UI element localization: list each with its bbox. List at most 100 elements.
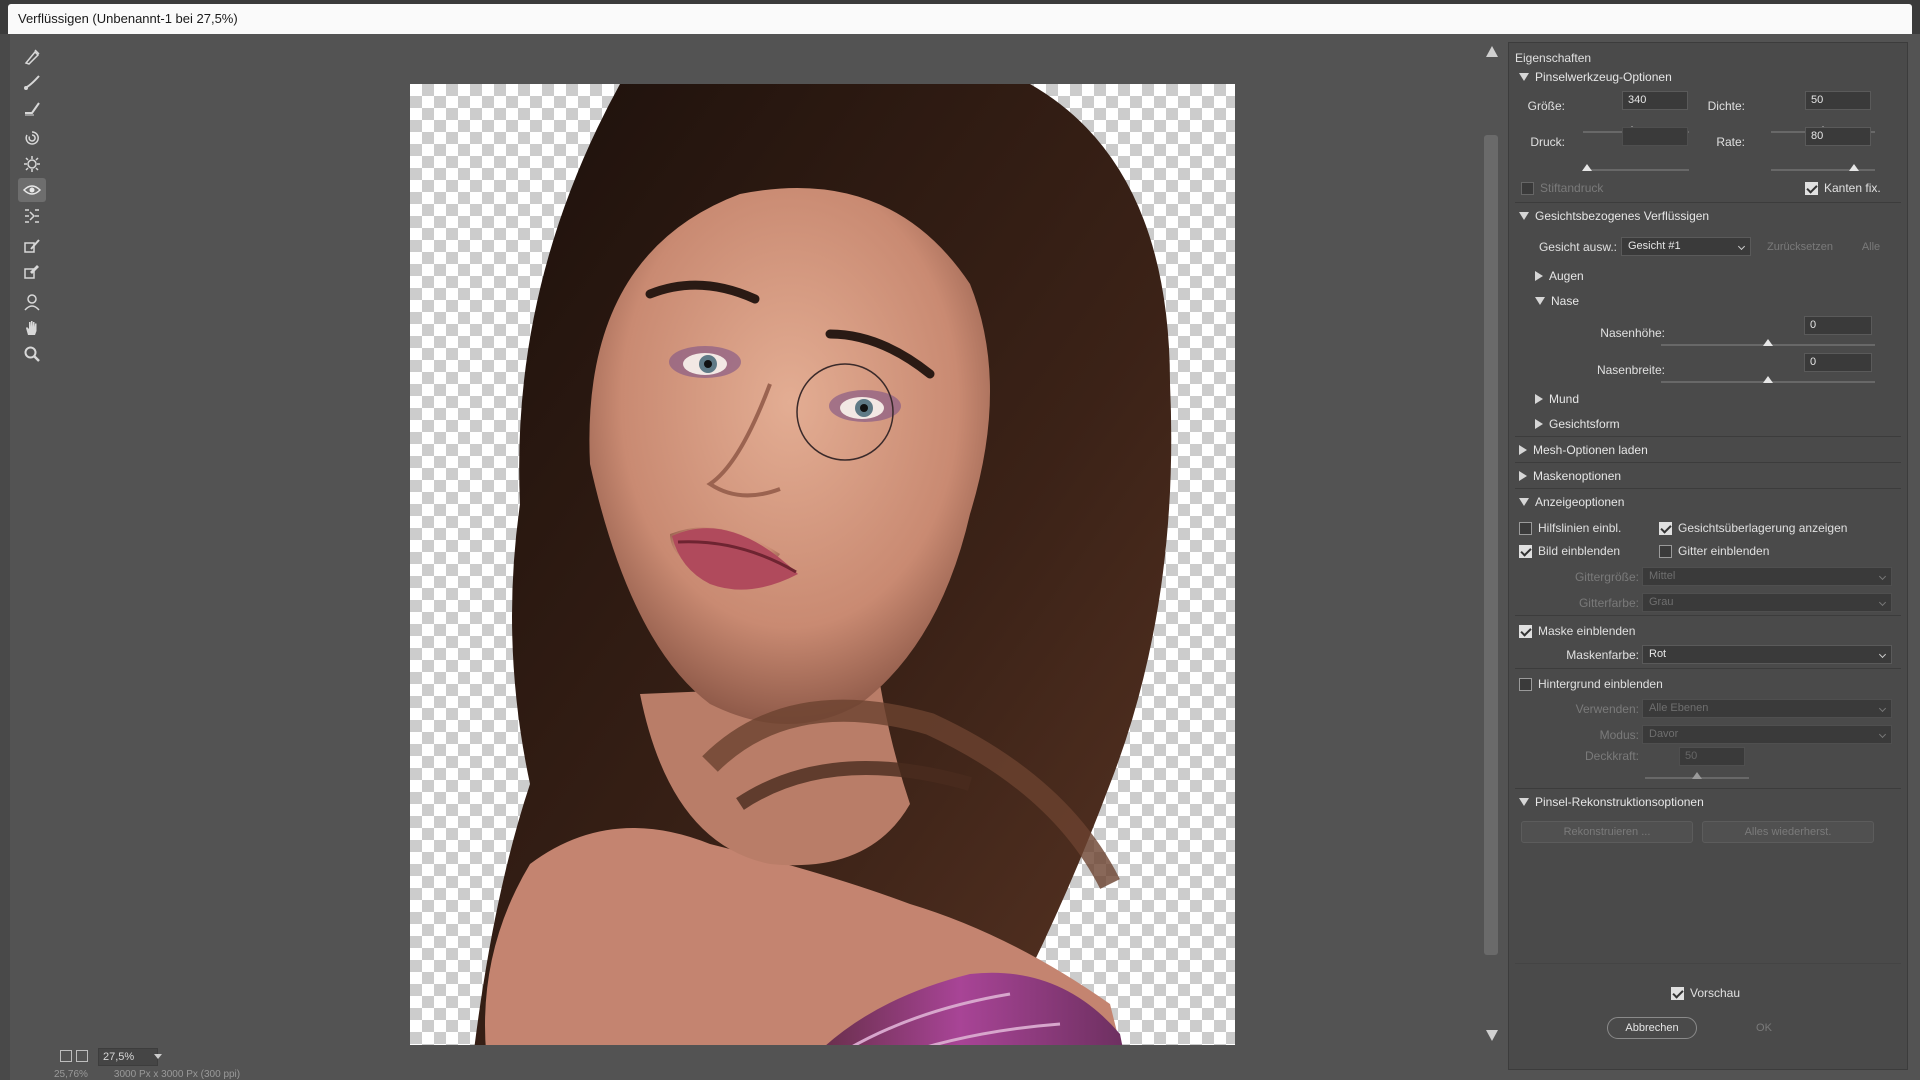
pressure-input[interactable] xyxy=(1622,127,1688,146)
collapsed-triangle-icon xyxy=(1535,419,1543,429)
bloat-tool[interactable] xyxy=(18,178,46,202)
size-input[interactable]: 340 xyxy=(1622,91,1688,110)
chevron-down-icon xyxy=(1878,704,1887,713)
show-image-checkbox[interactable]: Bild einblenden xyxy=(1519,544,1620,558)
status-readout: 25,76% 3000 Px x 3000 Px (300 ppi) xyxy=(54,1069,266,1080)
reset-button[interactable]: Zurücksetzen xyxy=(1757,236,1843,258)
divider xyxy=(1515,788,1901,789)
fit-screen-icon[interactable] xyxy=(60,1050,72,1062)
checkbox-box[interactable] xyxy=(1659,544,1672,558)
use-dropdown[interactable]: Alle Ebenen xyxy=(1642,699,1892,718)
document-canvas[interactable] xyxy=(410,84,1235,1080)
zoom-tool-icon xyxy=(24,346,40,362)
brush-options-header[interactable]: Pinselwerkzeug-Optionen xyxy=(1519,70,1672,84)
face-tool[interactable] xyxy=(18,290,46,314)
restore-all-button[interactable]: Alles wiederherst. xyxy=(1702,821,1874,843)
checkbox-box[interactable] xyxy=(1805,181,1818,195)
rate-input[interactable]: 80 xyxy=(1805,127,1871,146)
checkbox-box[interactable] xyxy=(1521,181,1534,195)
nose-height-slider-knob[interactable] xyxy=(1763,339,1773,346)
opacity-input[interactable]: 50 xyxy=(1679,747,1745,766)
rate-slider[interactable] xyxy=(1771,164,1875,171)
show-backdrop-checkbox[interactable]: Hintergrund einblenden xyxy=(1519,677,1663,691)
mouth-group-header[interactable]: Mund xyxy=(1535,392,1579,406)
thaw-mask-tool[interactable] xyxy=(18,260,46,284)
pressure-slider-knob[interactable] xyxy=(1582,164,1593,171)
left-edge-strip xyxy=(0,34,10,1080)
smooth-tool-icon xyxy=(25,102,40,116)
nose-width-input[interactable]: 0 xyxy=(1804,353,1872,372)
cancel-button[interactable]: Abbrechen xyxy=(1607,1017,1697,1039)
checkbox-box[interactable] xyxy=(1519,521,1532,535)
show-guides-checkbox[interactable]: Hilfslinien einbl. xyxy=(1519,521,1621,535)
zoom-tool[interactable] xyxy=(18,342,46,366)
checkbox-box[interactable] xyxy=(1659,521,1672,535)
nose-width-slider-knob[interactable] xyxy=(1763,376,1773,383)
expanded-triangle-icon xyxy=(1519,73,1529,81)
opacity-slider[interactable] xyxy=(1645,772,1749,779)
preview-checkbox[interactable]: Vorschau xyxy=(1671,986,1740,1000)
reconstruct-tool[interactable] xyxy=(18,70,46,94)
divider xyxy=(1515,963,1901,964)
portrait-image xyxy=(470,84,1172,1080)
face-shape-group-header[interactable]: Gesichtsform xyxy=(1535,417,1620,431)
twirl-tool-icon xyxy=(25,131,39,145)
mask-color-label: Maskenfarbe: xyxy=(1566,648,1639,662)
checkbox-box[interactable] xyxy=(1519,624,1532,638)
rate-slider-knob[interactable] xyxy=(1849,164,1860,171)
divider xyxy=(1515,488,1901,489)
scroll-thumb[interactable] xyxy=(1484,135,1498,955)
opacity-slider-knob[interactable] xyxy=(1692,772,1702,779)
hand-tool[interactable] xyxy=(18,316,46,340)
mesh-size-dropdown[interactable]: Mittel xyxy=(1642,567,1892,586)
checkbox-box[interactable] xyxy=(1519,544,1532,558)
pressure-label: Druck: xyxy=(1530,135,1565,149)
size-label: Größe: xyxy=(1527,99,1565,113)
nose-group-header[interactable]: Nase xyxy=(1535,294,1579,308)
pressure-slider[interactable] xyxy=(1582,164,1689,171)
window-title: Verflüssigen (Unbenannt-1 bei 27,5%) xyxy=(18,11,238,26)
face-aware-liquify-header[interactable]: Gesichtsbezogenes Verflüssigen xyxy=(1519,209,1709,223)
nose-height-input[interactable]: 0 xyxy=(1804,316,1872,335)
chevron-down-icon xyxy=(1878,650,1887,659)
mask-options-header[interactable]: Maskenoptionen xyxy=(1519,469,1621,483)
canvas-area[interactable] xyxy=(54,40,1472,1080)
expanded-triangle-icon xyxy=(1519,498,1529,506)
zoom-level-field[interactable]: 27,5% xyxy=(98,1048,158,1066)
freeze-mask-tool[interactable] xyxy=(18,234,46,258)
push-left-tool[interactable] xyxy=(18,204,46,228)
nose-width-slider[interactable] xyxy=(1661,376,1875,383)
select-face-dropdown[interactable]: Gesicht #1 xyxy=(1621,237,1751,256)
reconstruct-button[interactable]: Rekonstruieren ... xyxy=(1521,821,1693,843)
checkbox-box[interactable] xyxy=(1519,677,1532,691)
pin-edges-checkbox[interactable]: Kanten fix. xyxy=(1805,181,1881,195)
collapsed-triangle-icon xyxy=(1535,394,1543,404)
expanded-triangle-icon xyxy=(1535,297,1545,305)
view-options-header[interactable]: Anzeigeoptionen xyxy=(1519,495,1624,509)
zoom-dropdown-chevron-icon[interactable] xyxy=(154,1054,162,1059)
mode-dropdown[interactable]: Davor xyxy=(1642,725,1892,744)
show-face-overlay-checkbox[interactable]: Gesichtsüberlagerung anzeigen xyxy=(1659,521,1847,535)
brush-reconstruct-options-header[interactable]: Pinsel-Rekonstruktionsoptionen xyxy=(1519,795,1704,809)
actual-size-icon[interactable] xyxy=(76,1050,88,1062)
ok-button[interactable]: OK xyxy=(1719,1017,1809,1039)
divider xyxy=(1515,462,1901,463)
checkbox-box[interactable] xyxy=(1671,986,1684,1000)
mesh-color-dropdown[interactable]: Grau xyxy=(1642,593,1892,612)
eyes-group-header[interactable]: Augen xyxy=(1535,269,1584,283)
show-mask-checkbox[interactable]: Maske einblenden xyxy=(1519,624,1635,638)
pucker-tool[interactable] xyxy=(18,152,46,176)
density-input[interactable]: 50 xyxy=(1805,91,1871,110)
load-mesh-options-header[interactable]: Mesh-Optionen laden xyxy=(1519,443,1648,457)
scroll-up-arrow-icon[interactable] xyxy=(1486,46,1498,57)
nose-height-slider[interactable] xyxy=(1661,339,1875,346)
all-button[interactable]: Alle xyxy=(1849,236,1893,258)
mask-color-dropdown[interactable]: Rot xyxy=(1642,645,1892,664)
vertical-scrollbar[interactable] xyxy=(1482,40,1502,1045)
scroll-down-arrow-icon[interactable] xyxy=(1486,1030,1498,1041)
show-mesh-checkbox[interactable]: Gitter einblenden xyxy=(1659,544,1769,558)
twirl-tool[interactable] xyxy=(18,126,46,150)
smooth-tool[interactable] xyxy=(18,96,46,120)
stylus-pressure-checkbox[interactable]: Stiftandruck xyxy=(1521,181,1603,195)
forward-warp-tool[interactable] xyxy=(18,44,46,68)
